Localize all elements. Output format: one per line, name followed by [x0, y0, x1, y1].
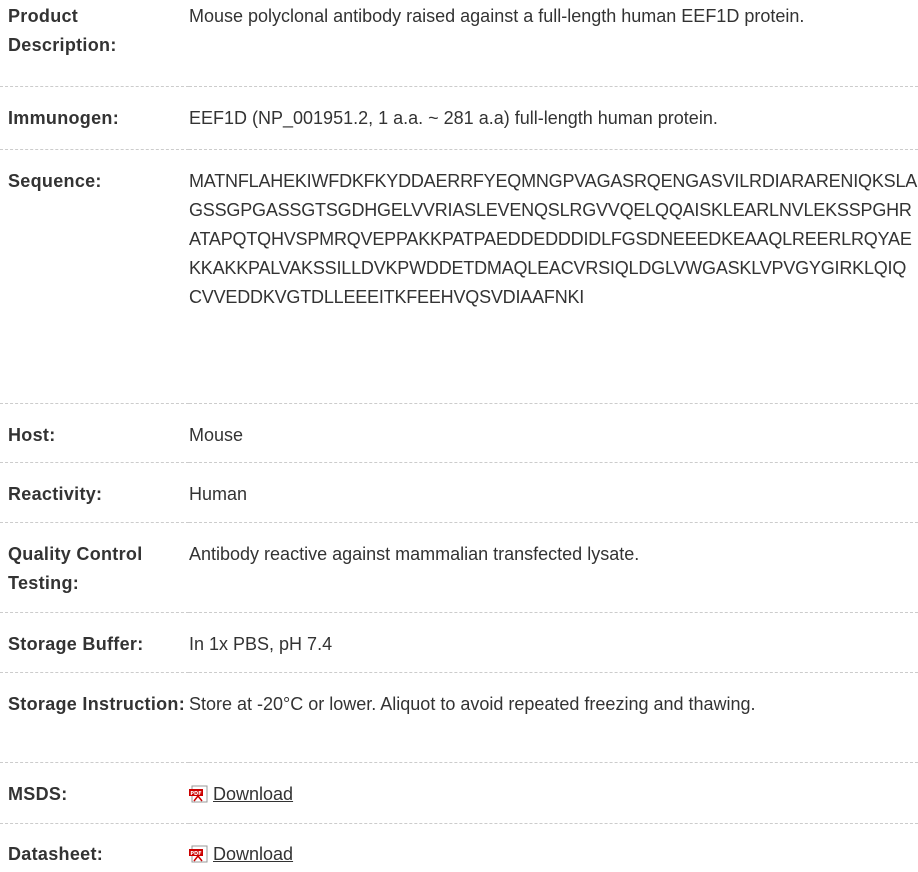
sequence-value: MATNFLAHEKIWFDKFKYDDAERRFYEQMNGPVAGASRQE…	[189, 149, 918, 404]
spec-label: Reactivity:	[0, 462, 189, 523]
spec-label: Sequence:	[0, 149, 189, 404]
svg-text:PDF: PDF	[190, 851, 201, 857]
spec-row-reactivity: Reactivity: Human	[0, 462, 918, 523]
spec-row-storage-buffer: Storage Buffer: In 1x PBS, pH 7.4	[0, 612, 918, 673]
spec-row-product-description: Product Description: Mouse polyclonal an…	[0, 0, 918, 87]
spec-row-immunogen: Immunogen: EEF1D (NP_001951.2, 1 a.a. ~ …	[0, 86, 918, 150]
spec-value: Store at -20°C or lower. Aliquot to avoi…	[189, 672, 918, 763]
spec-label: Storage Buffer:	[0, 612, 189, 673]
spec-value: EEF1D (NP_001951.2, 1 a.a. ~ 281 a.a) fu…	[189, 86, 918, 150]
pdf-icon: PDF	[189, 845, 211, 863]
msds-download-link[interactable]: PDF Download	[189, 780, 293, 809]
spec-value: Mouse	[189, 403, 918, 463]
spec-row-msds: MSDS: PDF Download	[0, 762, 918, 824]
spec-row-datasheet: Datasheet: PDF Download	[0, 823, 918, 872]
spec-row-storage-instruction: Storage Instruction: Store at -20°C or l…	[0, 672, 918, 763]
spec-label: Immunogen:	[0, 86, 189, 150]
spec-value: PDF Download	[189, 823, 918, 872]
spec-row-quality-control: Quality Control Testing: Antibody reacti…	[0, 522, 918, 613]
spec-value: PDF Download	[189, 762, 918, 824]
svg-text:PDF: PDF	[190, 791, 201, 797]
pdf-icon: PDF	[189, 785, 211, 803]
spec-value: Human	[189, 462, 918, 523]
spec-value: Antibody reactive against mammalian tran…	[189, 522, 918, 613]
download-link-text: Download	[213, 843, 294, 864]
datasheet-download-link[interactable]: PDF Download	[189, 840, 293, 869]
spec-label: MSDS:	[0, 762, 189, 824]
spec-label: Quality Control Testing:	[0, 522, 189, 613]
spec-value: Mouse polyclonal antibody raised against…	[189, 0, 918, 87]
spec-value: In 1x PBS, pH 7.4	[189, 612, 918, 673]
spec-label: Product Description:	[0, 0, 189, 87]
spec-label: Storage Instruction:	[0, 672, 189, 763]
spec-row-sequence: Sequence: MATNFLAHEKIWFDKFKYDDAERRFYEQMN…	[0, 149, 918, 404]
download-link-text: Download	[213, 783, 294, 804]
spec-label: Host:	[0, 403, 189, 463]
product-spec-table: Product Description: Mouse polyclonal an…	[0, 0, 918, 872]
spec-row-host: Host: Mouse	[0, 403, 918, 463]
spec-label: Datasheet:	[8, 843, 104, 864]
